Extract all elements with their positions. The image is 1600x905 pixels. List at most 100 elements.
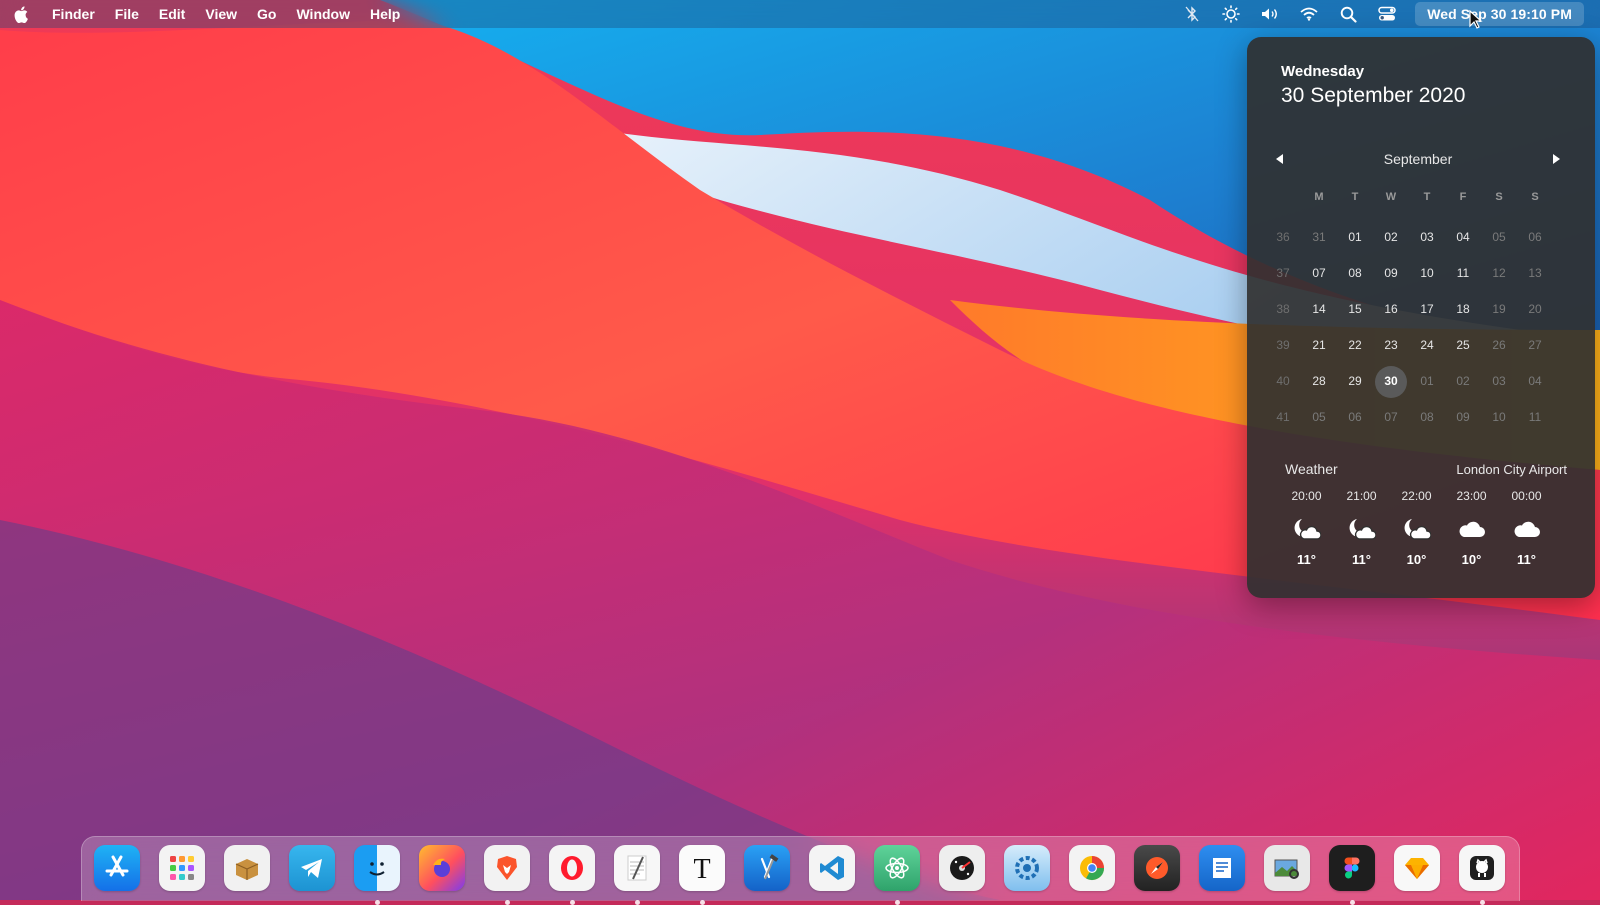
dock-item[interactable]	[416, 845, 468, 897]
calendar-day[interactable]: 26	[1481, 330, 1517, 360]
calendar-next-month-icon[interactable]	[1549, 152, 1563, 166]
xcode-icon[interactable]	[744, 845, 790, 891]
menu-view[interactable]: View	[205, 6, 237, 22]
calendar-day[interactable]: 01	[1337, 222, 1373, 252]
brave-icon[interactable]	[484, 845, 530, 891]
sketch-icon[interactable]	[1394, 845, 1440, 891]
menu-window[interactable]: Window	[296, 6, 350, 22]
vscode-icon[interactable]	[809, 845, 855, 891]
menu-bar-clock[interactable]: Wed Sep 30 19:10 PM	[1415, 2, 1584, 26]
dock-item[interactable]	[481, 845, 533, 905]
calendar-day[interactable]: 03	[1409, 222, 1445, 252]
calendar-day[interactable]: 06	[1517, 222, 1553, 252]
wifi-icon[interactable]	[1298, 4, 1320, 24]
calendar-day[interactable]: 21	[1301, 330, 1337, 360]
calendar-day[interactable]: 03	[1481, 366, 1517, 396]
calendar-day[interactable]: 09	[1445, 402, 1481, 432]
archive-utility-icon[interactable]	[224, 845, 270, 891]
calendar-day[interactable]: 20	[1517, 294, 1553, 324]
chrome-canary-icon[interactable]	[1069, 845, 1115, 891]
dock-item[interactable]	[871, 845, 923, 905]
dock-item[interactable]	[1391, 845, 1443, 897]
system-toolkit-icon[interactable]	[1004, 845, 1050, 891]
telegram-icon[interactable]	[289, 845, 335, 891]
figma-icon[interactable]	[1329, 845, 1375, 891]
brightness-icon[interactable]	[1220, 4, 1242, 24]
dock-item[interactable]	[546, 845, 598, 905]
preview-icon[interactable]	[1264, 845, 1310, 891]
dock-item[interactable]	[1131, 845, 1183, 897]
dock-item[interactable]	[1066, 845, 1118, 897]
menu-app-finder[interactable]: Finder	[52, 6, 95, 22]
dock-item[interactable]: T	[676, 845, 728, 905]
calendar-day[interactable]: 10	[1481, 402, 1517, 432]
github-desktop-icon[interactable]	[1459, 845, 1505, 891]
calendar-day[interactable]: 08	[1409, 402, 1445, 432]
calendar-day[interactable]: 28	[1301, 366, 1337, 396]
calendar-day[interactable]: 13	[1517, 258, 1553, 288]
calendar-day[interactable]: 25	[1445, 330, 1481, 360]
calendar-day[interactable]: 17	[1409, 294, 1445, 324]
dock-item[interactable]	[1261, 845, 1313, 897]
calendar-day[interactable]: 16	[1373, 294, 1409, 324]
safari-tech-preview-icon[interactable]	[1134, 845, 1180, 891]
calendar-day[interactable]: 29	[1337, 366, 1373, 396]
dock-item[interactable]	[611, 845, 663, 905]
calendar-day[interactable]: 14	[1301, 294, 1337, 324]
dock-item[interactable]	[936, 845, 988, 897]
atom-icon[interactable]	[874, 845, 920, 891]
calendar-day[interactable]: 02	[1373, 222, 1409, 252]
dock-item[interactable]	[351, 845, 403, 905]
menu-go[interactable]: Go	[257, 6, 276, 22]
calendar-day[interactable]: 11	[1445, 258, 1481, 288]
dock-item[interactable]	[1001, 845, 1053, 897]
volume-icon[interactable]	[1259, 4, 1281, 24]
dock-item[interactable]	[156, 845, 208, 897]
calendar-day[interactable]: 19	[1481, 294, 1517, 324]
calendar-day[interactable]: 22	[1337, 330, 1373, 360]
calendar-day[interactable]: 04	[1445, 222, 1481, 252]
dock-item[interactable]	[1456, 845, 1508, 905]
calendar-day[interactable]: 23	[1373, 330, 1409, 360]
calendar-day[interactable]: 10	[1409, 258, 1445, 288]
calendar-day[interactable]: 07	[1373, 402, 1409, 432]
calendar-day[interactable]: 15	[1337, 294, 1373, 324]
opera-icon[interactable]	[549, 845, 595, 891]
typora-icon[interactable]: T	[679, 845, 725, 891]
finder-icon[interactable]	[354, 845, 400, 891]
dock-item[interactable]	[1326, 845, 1378, 905]
app-store-icon[interactable]	[94, 845, 140, 891]
menu-help[interactable]: Help	[370, 6, 400, 22]
calendar-day[interactable]: 09	[1373, 258, 1409, 288]
dock-item[interactable]	[1196, 845, 1248, 897]
calendar-day[interactable]: 01	[1409, 366, 1445, 396]
calendar-day[interactable]: 31	[1301, 222, 1337, 252]
dock-item[interactable]	[741, 845, 793, 897]
calendar-day[interactable]: 07	[1301, 258, 1337, 288]
calendar-day[interactable]: 05	[1301, 402, 1337, 432]
search-icon[interactable]	[1337, 4, 1359, 24]
calendar-day[interactable]: 06	[1337, 402, 1373, 432]
apple-menu-icon[interactable]	[14, 5, 30, 23]
dock-item[interactable]	[806, 845, 858, 897]
textedit-icon[interactable]	[614, 845, 660, 891]
menu-edit[interactable]: Edit	[159, 6, 185, 22]
calendar-day[interactable]: 08	[1337, 258, 1373, 288]
calendar-day[interactable]: 04	[1517, 366, 1553, 396]
firefox-icon[interactable]	[419, 845, 465, 891]
pages-icon[interactable]	[1199, 845, 1245, 891]
control-center-icon[interactable]	[1376, 4, 1398, 24]
launchpad-icon[interactable]	[159, 845, 205, 891]
menu-file[interactable]: File	[115, 6, 139, 22]
dock-item[interactable]	[91, 845, 143, 897]
calendar-day[interactable]: 12	[1481, 258, 1517, 288]
calendar-day-today[interactable]: 30	[1373, 366, 1409, 398]
disk-utility-icon[interactable]	[939, 845, 985, 891]
dock-item[interactable]	[221, 845, 273, 897]
calendar-day[interactable]: 18	[1445, 294, 1481, 324]
dock-item[interactable]	[286, 845, 338, 897]
calendar-day[interactable]: 24	[1409, 330, 1445, 360]
bluetooth-off-icon[interactable]	[1181, 4, 1203, 24]
calendar-day[interactable]: 05	[1481, 222, 1517, 252]
calendar-day[interactable]: 11	[1517, 402, 1553, 432]
